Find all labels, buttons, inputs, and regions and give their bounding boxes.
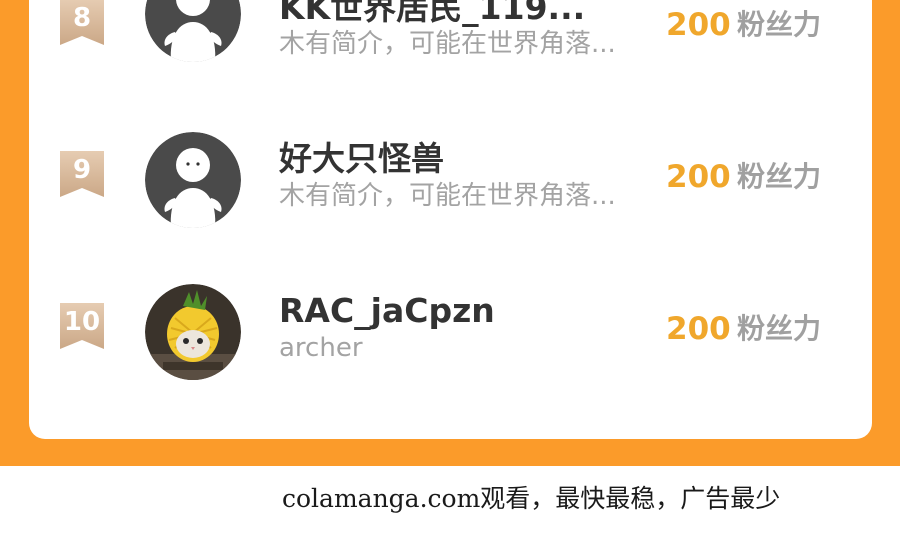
rank-number: 8 (72, 3, 92, 33)
user-name[interactable]: KK世界居民_119... (279, 0, 585, 28)
pineapple-cat-photo (145, 284, 241, 380)
fan-score: 200 (666, 159, 731, 195)
site-watermark: colamanga.com观看，最快最稳，广告最少 (282, 484, 781, 513)
rank-number: 10 (63, 307, 101, 337)
avatar[interactable] (145, 0, 241, 62)
rank-badge: 10 (60, 303, 104, 349)
ranking-row[interactable]: 10 RAC_jaCpzn archer 200 粉丝力 (29, 274, 872, 424)
ranking-row[interactable]: 8 KK世界居民_119... 木有简介，可能在世界角落... 200 粉丝力 (29, 0, 872, 120)
rank-badge: 9 (60, 151, 104, 197)
ranking-row[interactable]: 9 好大只怪兽 木有简介，可能在世界角落... 200 粉丝力 (29, 122, 872, 272)
user-bio: 木有简介，可能在世界角落... (279, 29, 616, 59)
fan-score-unit: 粉丝力 (737, 160, 822, 193)
user-bio: 木有简介，可能在世界角落... (279, 181, 616, 211)
default-user-icon (145, 0, 241, 62)
ranking-card: 8 KK世界居民_119... 木有简介，可能在世界角落... 200 粉丝力 (29, 0, 872, 439)
rank-badge: 8 (60, 0, 104, 45)
avatar[interactable] (145, 132, 241, 228)
fan-score-unit: 粉丝力 (737, 8, 822, 41)
user-bio: archer (279, 333, 363, 363)
fan-score: 200 (666, 7, 731, 43)
rank-number: 9 (72, 155, 92, 185)
user-name[interactable]: 好大只怪兽 (279, 139, 444, 179)
fan-score: 200 (666, 311, 731, 347)
fan-score-unit: 粉丝力 (737, 312, 822, 345)
default-user-icon (145, 132, 241, 228)
user-name[interactable]: RAC_jaCpzn (279, 291, 495, 331)
avatar[interactable] (145, 284, 241, 380)
